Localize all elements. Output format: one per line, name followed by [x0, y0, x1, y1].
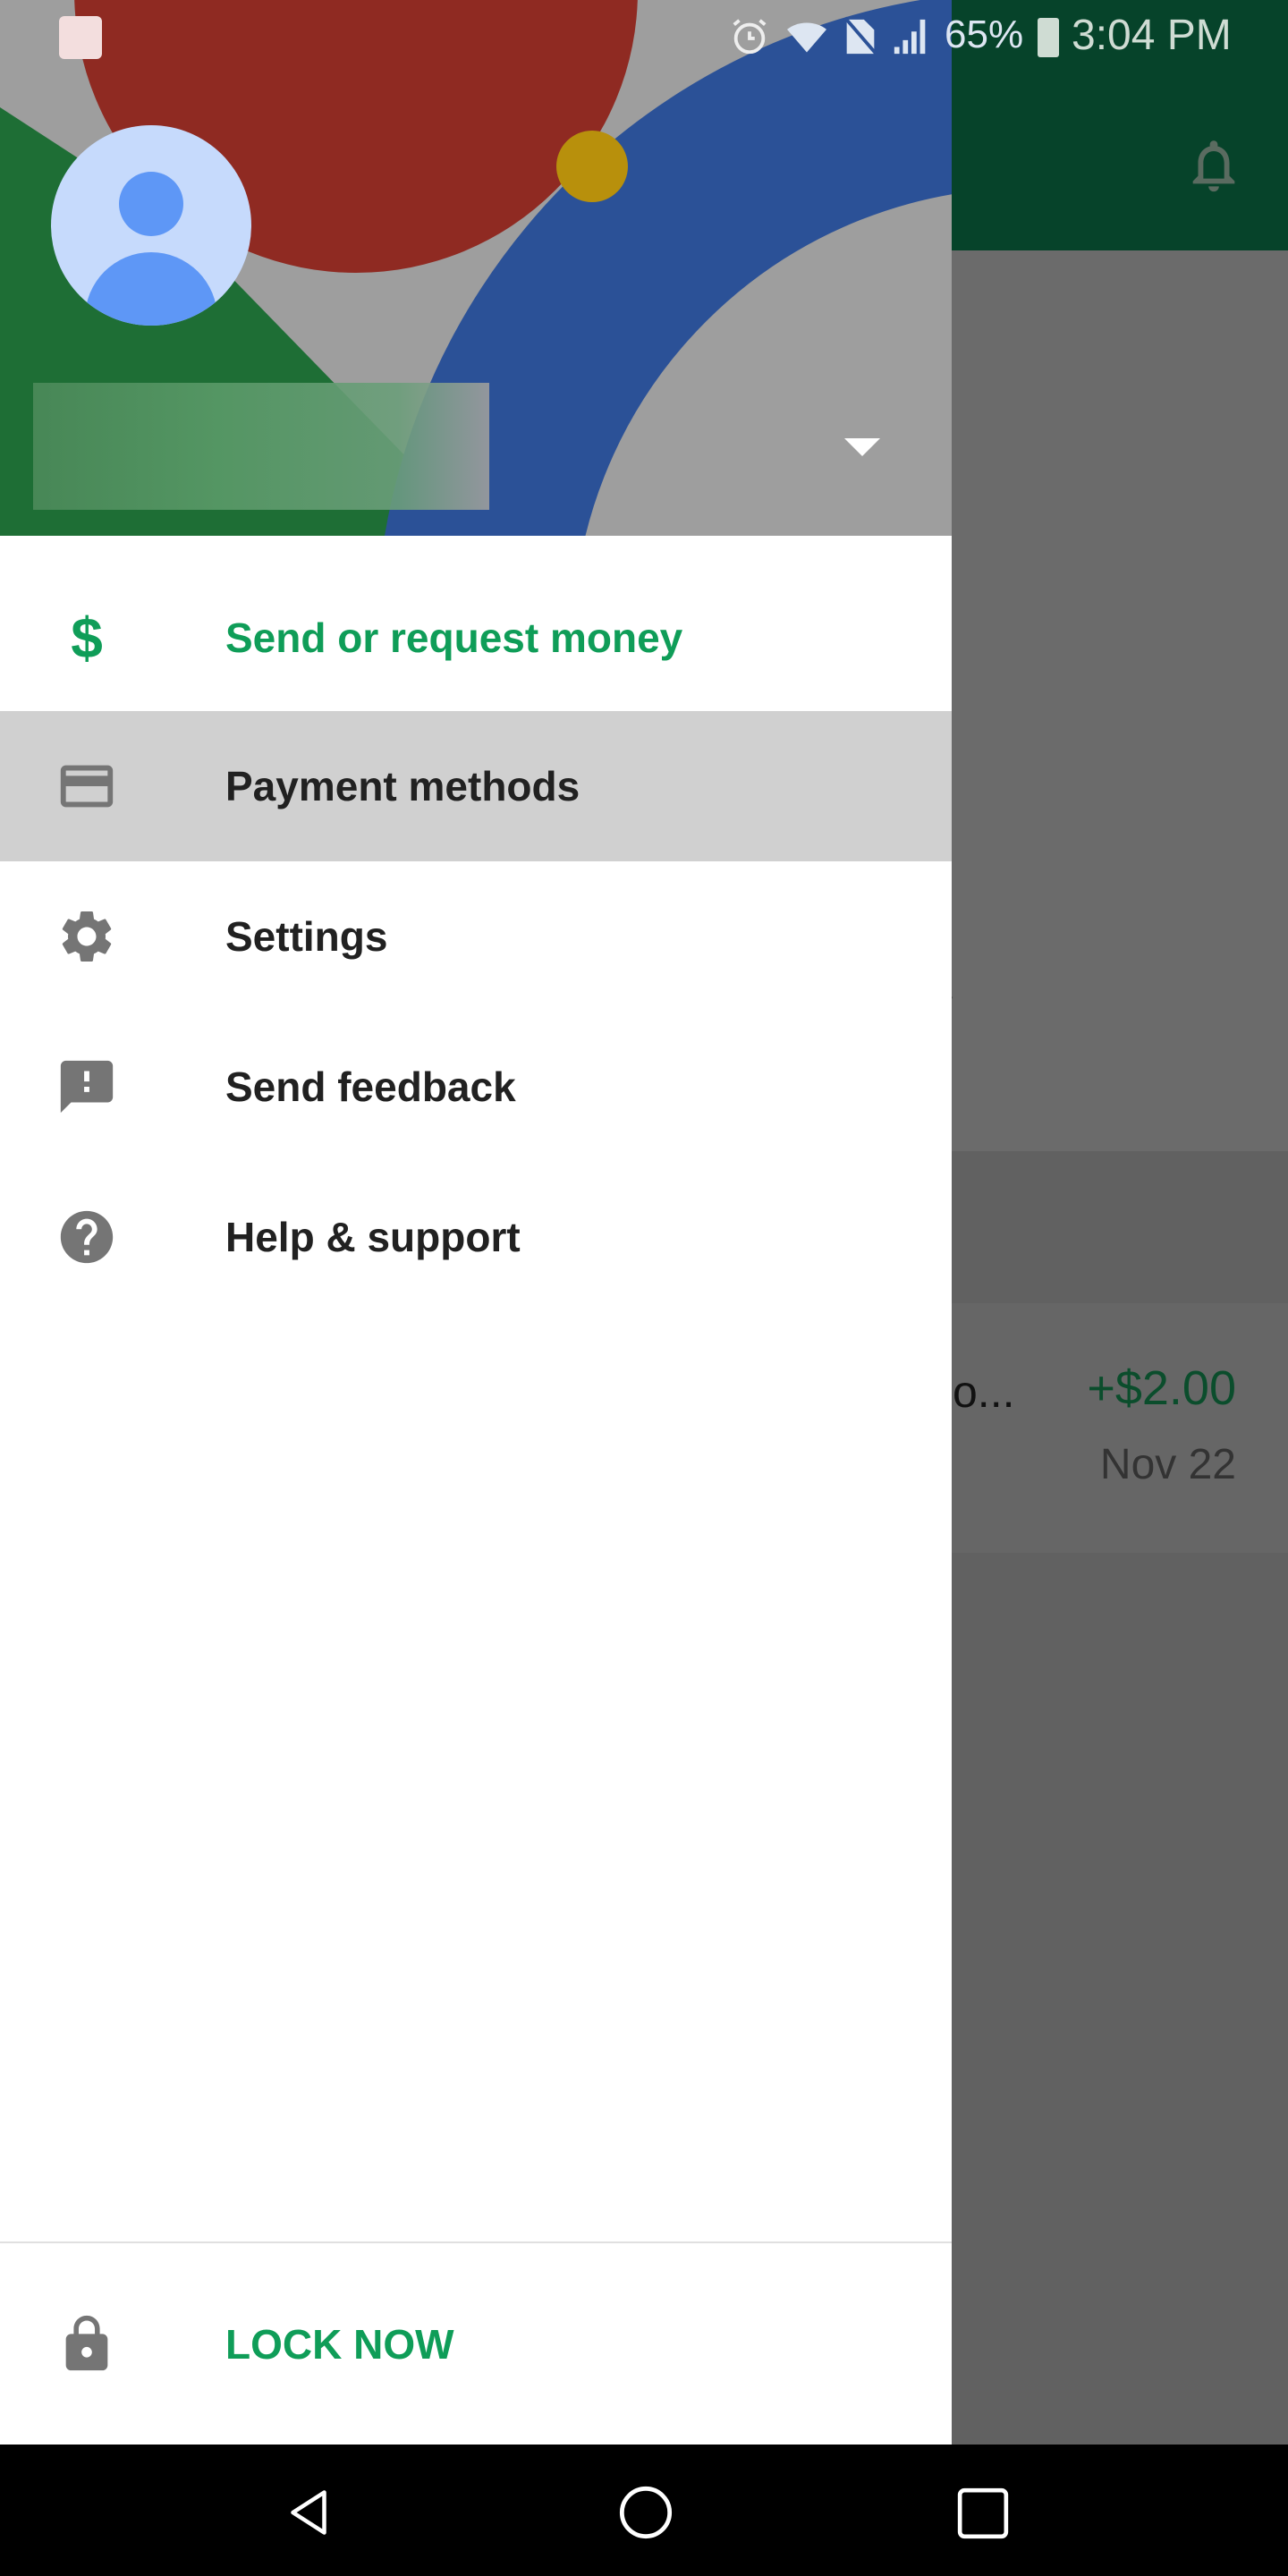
back-icon[interactable]	[282, 2486, 335, 2539]
signal-icon	[894, 19, 926, 55]
bell-icon[interactable]	[1182, 134, 1245, 197]
clock: 3:04 PM	[1072, 12, 1232, 59]
drawer-header	[0, 0, 952, 536]
drawer-item-help-support[interactable]: Help & support	[0, 1162, 952, 1312]
drawer-item-payment-methods[interactable]: Payment methods	[0, 711, 952, 861]
system-nav-bar	[0, 2445, 1288, 2576]
divider	[0, 2241, 952, 2243]
navigation-drawer: $ Send or request money Payment methods …	[0, 0, 952, 2445]
dollar-icon: $	[71, 606, 103, 670]
status-bar: 65% 3:04 PM	[0, 0, 1288, 74]
wifi-icon	[787, 22, 826, 53]
no-sim-icon	[843, 16, 878, 57]
account-name-redacted	[33, 383, 489, 510]
recents-icon[interactable]	[955, 2486, 1011, 2541]
transaction-date: Nov 22	[1099, 1441, 1236, 1488]
lock-now-button[interactable]: LOCK NOW	[0, 2269, 952, 2419]
feedback-icon	[60, 1060, 114, 1114]
avatar[interactable]	[51, 125, 251, 326]
lock-icon	[65, 2315, 108, 2371]
gear-icon	[62, 911, 112, 962]
notification-square-icon	[59, 16, 102, 59]
account-dropdown-icon[interactable]	[844, 438, 880, 458]
battery-percent: 65%	[945, 13, 1024, 56]
credit-card-icon	[60, 765, 114, 808]
drawer-item-settings[interactable]: Settings	[0, 861, 952, 1012]
transaction-amount: +$2.00	[1087, 1361, 1236, 1415]
drawer-item-send-request-money[interactable]: $ Send or request money	[0, 563, 952, 713]
battery-icon	[1038, 18, 1059, 57]
home-icon[interactable]	[617, 2484, 674, 2541]
alarm-icon	[733, 19, 767, 55]
help-icon	[60, 1210, 114, 1264]
drawer-item-send-feedback[interactable]: Send feedback	[0, 1012, 952, 1162]
